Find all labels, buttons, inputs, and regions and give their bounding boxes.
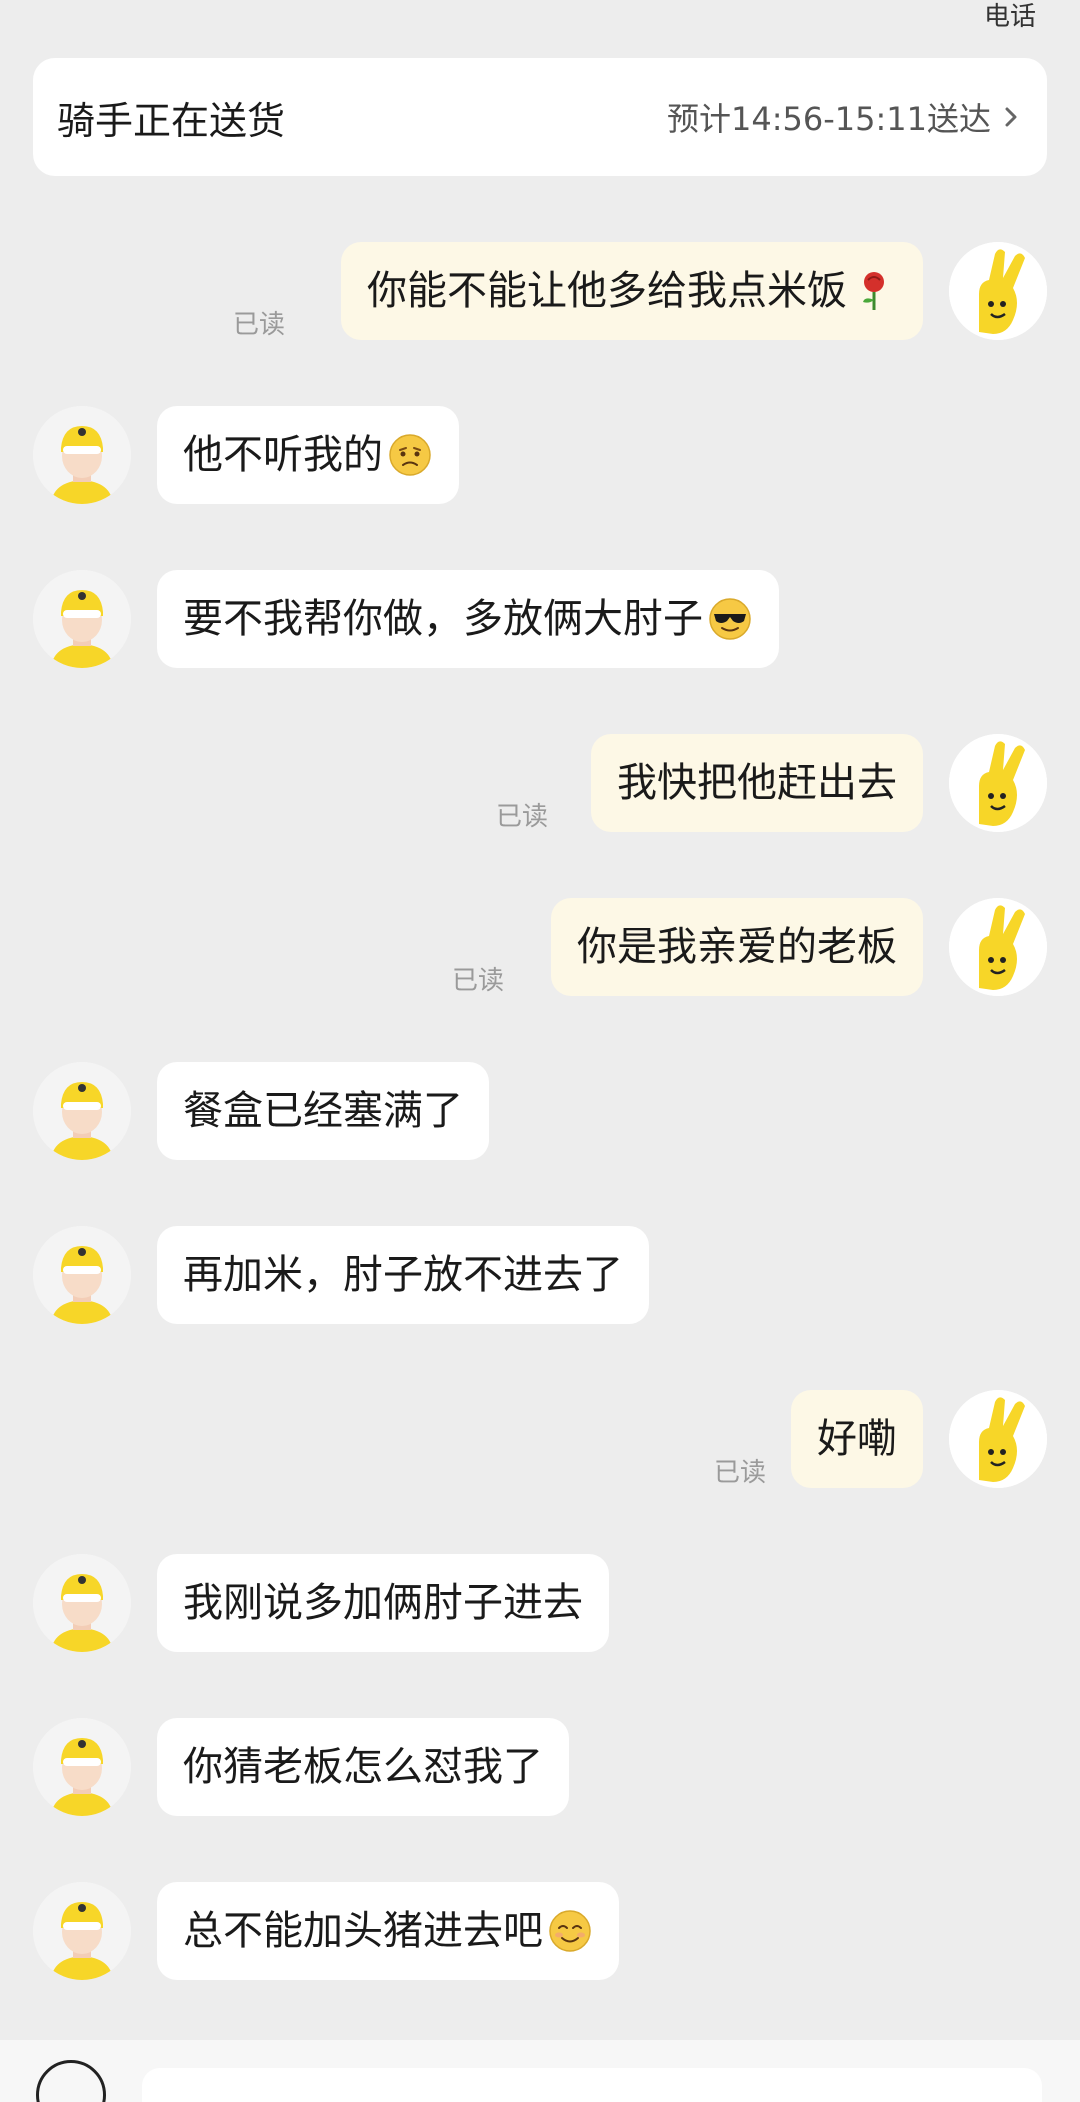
chat-message-incoming: 我刚说多加俩肘子进去 bbox=[0, 1554, 1080, 1654]
delivery-status-card[interactable]: 骑手正在送货 预计14:56-15:11送达 bbox=[33, 58, 1047, 176]
chat-input-bar bbox=[0, 2040, 1080, 2102]
read-receipt: 已读 bbox=[495, 802, 548, 832]
delivery-eta-group: 预计14:56-15:11送达 bbox=[667, 94, 1023, 140]
chat-message-outgoing: 已读 你能不能让他多给我点米饭 bbox=[0, 242, 1080, 342]
message-text: 要不我帮你做，多放俩大肘子 bbox=[183, 596, 703, 642]
message-bubble[interactable]: 你能不能让他多给我点米饭 bbox=[341, 242, 923, 340]
message-bubble[interactable]: 餐盒已经塞满了 bbox=[157, 1062, 489, 1160]
message-bubble[interactable]: 我刚说多加俩肘子进去 bbox=[157, 1554, 609, 1652]
sunglasses-face-icon bbox=[707, 596, 753, 642]
message-bubble[interactable]: 要不我帮你做，多放俩大肘子 bbox=[157, 570, 779, 668]
read-receipt: 已读 bbox=[232, 310, 285, 340]
message-input[interactable] bbox=[142, 2068, 1042, 2102]
message-text: 总不能加头猪进去吧 bbox=[183, 1908, 543, 1954]
message-bubble[interactable]: 我快把他赶出去 bbox=[591, 734, 923, 832]
chat-message-outgoing: 已读 好嘞 bbox=[0, 1390, 1080, 1490]
rider-avatar[interactable] bbox=[33, 1882, 131, 1980]
read-receipt: 已读 bbox=[451, 966, 504, 996]
chat-message-incoming: 总不能加头猪进去吧 bbox=[0, 1882, 1080, 1982]
message-text: 我快把他赶出去 bbox=[617, 760, 897, 806]
message-text: 好嘞 bbox=[817, 1416, 897, 1462]
user-avatar[interactable] bbox=[949, 898, 1047, 996]
delivery-status-title: 骑手正在送货 bbox=[57, 98, 286, 143]
message-text: 你猜老板怎么怼我了 bbox=[183, 1744, 543, 1790]
chat-message-outgoing: 已读 我快把他赶出去 bbox=[0, 734, 1080, 834]
chat-message-incoming: 要不我帮你做，多放俩大肘子 bbox=[0, 570, 1080, 670]
read-receipt: 已读 bbox=[713, 1458, 766, 1488]
rider-avatar[interactable] bbox=[33, 1554, 131, 1652]
chat-message-incoming: 再加米，肘子放不进去了 bbox=[0, 1226, 1080, 1326]
message-text: 你是我亲爱的老板 bbox=[577, 924, 897, 970]
user-avatar[interactable] bbox=[949, 734, 1047, 832]
chevron-right-icon bbox=[999, 105, 1023, 129]
chat-message-incoming: 你猜老板怎么怼我了 bbox=[0, 1718, 1080, 1818]
rider-avatar[interactable] bbox=[33, 1062, 131, 1160]
message-text: 再加米，肘子放不进去了 bbox=[183, 1252, 623, 1298]
chat-message-incoming: 他不听我的 bbox=[0, 406, 1080, 506]
delivery-eta: 预计14:56-15:11送达 bbox=[667, 100, 991, 138]
user-avatar[interactable] bbox=[949, 1390, 1047, 1488]
message-text: 你能不能让他多给我点米饭 bbox=[367, 268, 847, 314]
message-bubble[interactable]: 好嘞 bbox=[791, 1390, 923, 1488]
chat-message-outgoing: 已读 你是我亲爱的老板 bbox=[0, 898, 1080, 998]
message-text: 我刚说多加俩肘子进去 bbox=[183, 1580, 583, 1626]
rose-icon bbox=[851, 268, 897, 314]
rider-avatar[interactable] bbox=[33, 406, 131, 504]
message-bubble[interactable]: 你猜老板怎么怼我了 bbox=[157, 1718, 569, 1816]
message-bubble[interactable]: 总不能加头猪进去吧 bbox=[157, 1882, 619, 1980]
worried-face-icon bbox=[387, 432, 433, 478]
smiling-face-icon bbox=[547, 1908, 593, 1954]
chat-message-incoming: 餐盒已经塞满了 bbox=[0, 1062, 1080, 1162]
message-text: 他不听我的 bbox=[183, 432, 383, 478]
message-bubble[interactable]: 再加米，肘子放不进去了 bbox=[157, 1226, 649, 1324]
phone-link[interactable]: 电话 bbox=[984, 0, 1036, 33]
rider-avatar[interactable] bbox=[33, 1226, 131, 1324]
message-text: 餐盒已经塞满了 bbox=[183, 1088, 463, 1134]
message-bubble[interactable]: 他不听我的 bbox=[157, 406, 459, 504]
rider-avatar[interactable] bbox=[33, 1718, 131, 1816]
message-bubble[interactable]: 你是我亲爱的老板 bbox=[551, 898, 923, 996]
rider-avatar[interactable] bbox=[33, 570, 131, 668]
user-avatar[interactable] bbox=[949, 242, 1047, 340]
voice-input-button[interactable] bbox=[36, 2060, 106, 2102]
